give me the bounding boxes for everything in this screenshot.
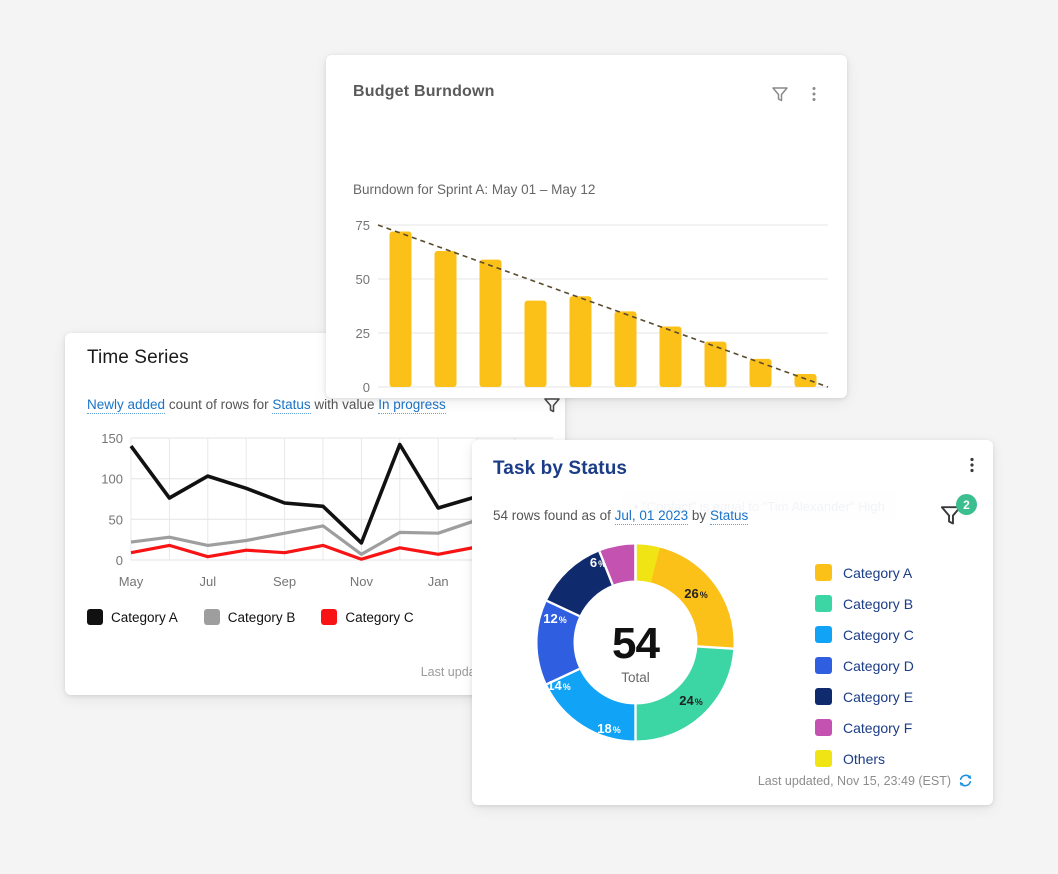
legend-label-category-c: Category C [843,626,914,643]
budget-burndown-card: Budget Burndown Burndown for Sprint A: M… [326,55,847,398]
svg-text:May: May [119,574,144,589]
budget-burndown-bar-chart: 75 50 25 0 Mon5/01 Tue5/02 Wed5/03 Thu5/… [356,218,829,392]
legend-item-category-b[interactable]: Category B [203,609,296,625]
svg-text:50: 50 [356,272,370,287]
legend-swatch-category-c [815,626,832,643]
legend-item-category-c[interactable]: Category C [815,626,914,643]
refresh-icon[interactable] [958,773,973,788]
legend-item-category-a[interactable]: Category A [815,564,914,581]
task-query-text-1: 54 rows found as of [493,508,611,523]
legend-swatch-others [815,750,832,767]
filter-funnel-button[interactable]: 2 [938,494,977,533]
legend-label-category-b: Category B [843,595,914,612]
legend-label-category-d: Category D [843,657,914,674]
query-link-in-progress[interactable]: In progress [378,397,446,414]
svg-text:Jan: Jan [428,574,449,589]
query-text-1: count of rows for [168,397,269,412]
time-series-legend: Category A Category B Category C [87,609,414,625]
task-query-link-status[interactable]: Status [709,508,749,525]
bar-thu-0504 [524,300,547,387]
task-last-updated: Last updated, Nov 15, 23:49 (EST) [758,773,973,788]
svg-text:0: 0 [363,380,370,392]
legend-label-category-c: Category C [345,609,414,625]
legend-item-category-e[interactable]: Category E [815,688,914,705]
task-by-status-title: Task by Status [493,458,628,479]
bar-tue-0502 [434,251,457,387]
task-query-link-date[interactable]: Jul, 01 2023 [614,508,689,525]
bar-wed-0503 [479,259,502,387]
legend-item-category-d[interactable]: Category D [815,657,914,674]
legend-swatch-category-e [815,688,832,705]
legend-swatch-category-b [203,609,220,625]
query-link-newly-added[interactable]: Newly added [87,397,166,414]
svg-text:25: 25 [356,326,370,341]
donut-total-value: 54 [612,619,660,668]
task-query-sentence: 54 rows found as of Jul, 01 2023 by Stat… [493,508,749,525]
legend-label-category-a: Category A [111,609,178,625]
filter-count-badge: 2 [956,494,977,515]
legend-item-category-f[interactable]: Category F [815,719,914,736]
legend-swatch-category-a [87,609,103,625]
bar-mon-0508 [614,311,637,387]
query-text-2: with value [314,397,375,412]
svg-text:100: 100 [101,472,123,487]
svg-text:Sep: Sep [273,574,296,589]
legend-swatch-category-f [815,719,832,736]
filter-funnel-icon[interactable] [770,84,790,109]
query-link-status[interactable]: Status [272,397,311,414]
legend-swatch-category-b [815,595,832,612]
legend-label-category-a: Category A [843,564,913,581]
legend-item-others[interactable]: Others [815,750,914,767]
svg-text:Jul: Jul [199,574,216,589]
budget-burndown-title: Budget Burndown [353,83,495,100]
legend-swatch-category-c [321,609,338,625]
legend-item-category-a[interactable]: Category A [87,609,178,625]
task-donut-legend: Category A Category B Category C Categor… [815,564,914,767]
legend-label-category-e: Category E [843,688,914,705]
filter-funnel-icon[interactable] [542,395,562,420]
legend-label-category-f: Category F [843,719,913,736]
task-last-updated-text: Last updated, Nov 15, 23:49 (EST) [757,773,951,788]
svg-text:75: 75 [356,218,370,233]
legend-item-category-c[interactable]: Category C [321,609,414,625]
task-by-status-card: Task by Status • "Contact" is equal to "… [472,440,993,805]
task-donut-chart: 26% 24% 18% 14% 12% 6% 54 Total [528,535,743,750]
legend-swatch-category-a [815,564,832,581]
svg-text:0: 0 [116,553,123,568]
svg-text:Nov: Nov [350,574,374,589]
more-vertical-icon[interactable] [804,84,824,109]
task-query-text-2: by [691,508,707,523]
time-series-query-sentence: Newly added count of rows for Status wit… [87,397,446,414]
svg-text:50: 50 [109,512,123,527]
more-vertical-icon[interactable] [962,455,982,480]
bar-mon-0501 [389,231,412,387]
legend-label-others: Others [843,750,886,767]
legend-item-category-b[interactable]: Category B [815,595,914,612]
bar-wed-0510 [704,341,727,387]
bar-tue-0509 [659,326,682,387]
time-series-title: Time Series [87,347,189,368]
legend-swatch-category-d [815,657,832,674]
bar-fri-0505 [569,296,592,387]
donut-total-label: Total [621,670,650,685]
svg-text:150: 150 [101,431,123,446]
legend-label-category-b: Category B [227,609,296,625]
bar-fri-0512 [794,374,817,387]
